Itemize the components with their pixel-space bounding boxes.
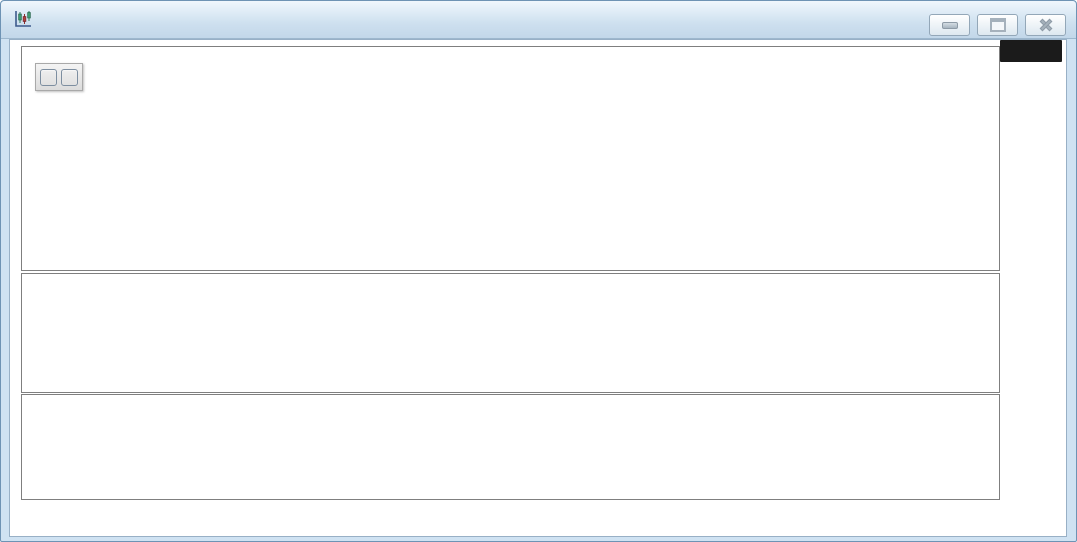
minimize-button[interactable] xyxy=(929,14,970,36)
blue-series-button[interactable] xyxy=(61,69,78,86)
dmi-plot[interactable] xyxy=(22,274,997,390)
restore-button[interactable] xyxy=(977,14,1018,36)
current-price-badge xyxy=(1000,40,1062,62)
series-toolbar xyxy=(35,63,83,91)
candlestick-chart-icon xyxy=(13,9,33,29)
red-series-button[interactable] xyxy=(40,69,57,86)
close-icon xyxy=(1039,19,1053,31)
macd-plot[interactable] xyxy=(22,395,997,497)
window-titlebar[interactable] xyxy=(1,1,1076,39)
restore-icon xyxy=(990,18,1006,32)
chart-content-area xyxy=(9,39,1067,537)
window-controls xyxy=(929,14,1066,36)
chart-window xyxy=(0,0,1077,542)
dmi-indicator-panel[interactable] xyxy=(21,273,1000,393)
close-button[interactable] xyxy=(1025,14,1066,36)
main-price-panel[interactable] xyxy=(21,46,1000,271)
minimize-icon xyxy=(942,22,958,29)
macd-indicator-panel[interactable] xyxy=(21,394,1000,500)
candlestick-plot[interactable] xyxy=(22,47,997,268)
